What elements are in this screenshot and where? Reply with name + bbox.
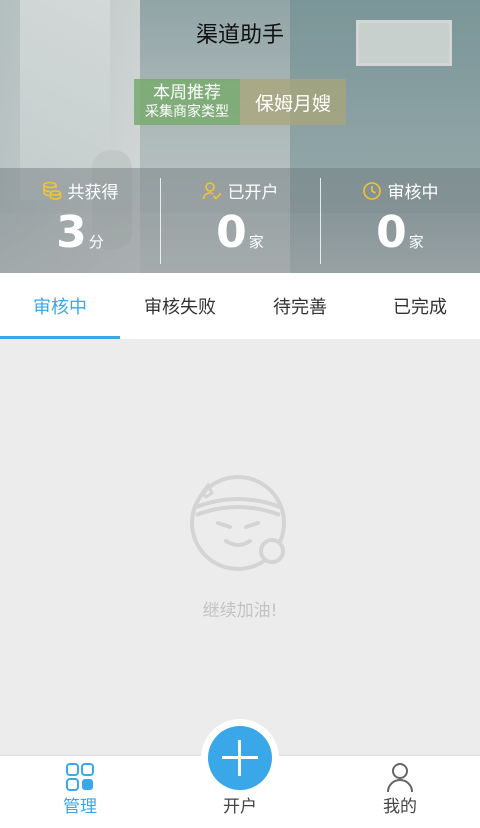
stat-reviewing-label: 审核中: [387, 183, 439, 203]
plus-icon: [208, 726, 272, 790]
tabbar-manage[interactable]: 管理: [20, 756, 140, 828]
stat-opened-unit: 家: [248, 233, 264, 251]
empty-state: 继续加油!: [0, 339, 480, 755]
stat-opened-value: 0: [216, 207, 247, 258]
stat-reviewing-unit: 家: [408, 233, 424, 251]
stat-opened[interactable]: 已开户 0 家: [160, 168, 320, 273]
stat-points-unit: 分: [88, 233, 104, 251]
stat-points-value: 3: [56, 207, 87, 258]
status-tabs: 审核中 审核失败 待完善 已完成: [0, 273, 480, 339]
recommend-label-line2: 采集商家类型: [145, 104, 229, 120]
recommend-value: 保姆月嫂: [240, 79, 346, 125]
page-title: 渠道助手: [195, 23, 284, 48]
clock-icon: [362, 181, 381, 200]
stat-points[interactable]: 共获得 3 分: [0, 168, 160, 273]
coins-icon: [42, 181, 61, 200]
grid-icon: [66, 763, 94, 791]
tab-pending[interactable]: 待完善: [240, 273, 360, 339]
stat-opened-label: 已开户: [227, 183, 279, 203]
recommend-label: 本周推荐 采集商家类型: [134, 79, 240, 125]
stat-points-label: 共获得: [67, 183, 119, 203]
stats-panel: 共获得 3 分 已开户 0 家 审核中 0 家: [0, 168, 480, 273]
recommend-banner[interactable]: 本周推荐 采集商家类型 保姆月嫂: [134, 79, 346, 125]
determined-face-icon: [190, 475, 286, 571]
tab-review-failed[interactable]: 审核失败: [120, 273, 240, 339]
open-account-button[interactable]: [201, 719, 279, 797]
tabbar-mine[interactable]: 我的: [340, 756, 460, 828]
recommend-label-line1: 本周推荐: [153, 83, 221, 103]
user-check-icon: [202, 181, 222, 200]
tabbar-manage-label: 管理: [63, 797, 97, 817]
stat-reviewing-value: 0: [376, 207, 407, 258]
stat-reviewing[interactable]: 审核中 0 家: [320, 168, 480, 273]
empty-message: 继续加油!: [202, 601, 278, 621]
tab-reviewing[interactable]: 审核中: [0, 273, 120, 339]
tab-completed[interactable]: 已完成: [360, 273, 480, 339]
tabbar-mine-label: 我的: [383, 797, 417, 817]
person-icon: [387, 763, 413, 793]
